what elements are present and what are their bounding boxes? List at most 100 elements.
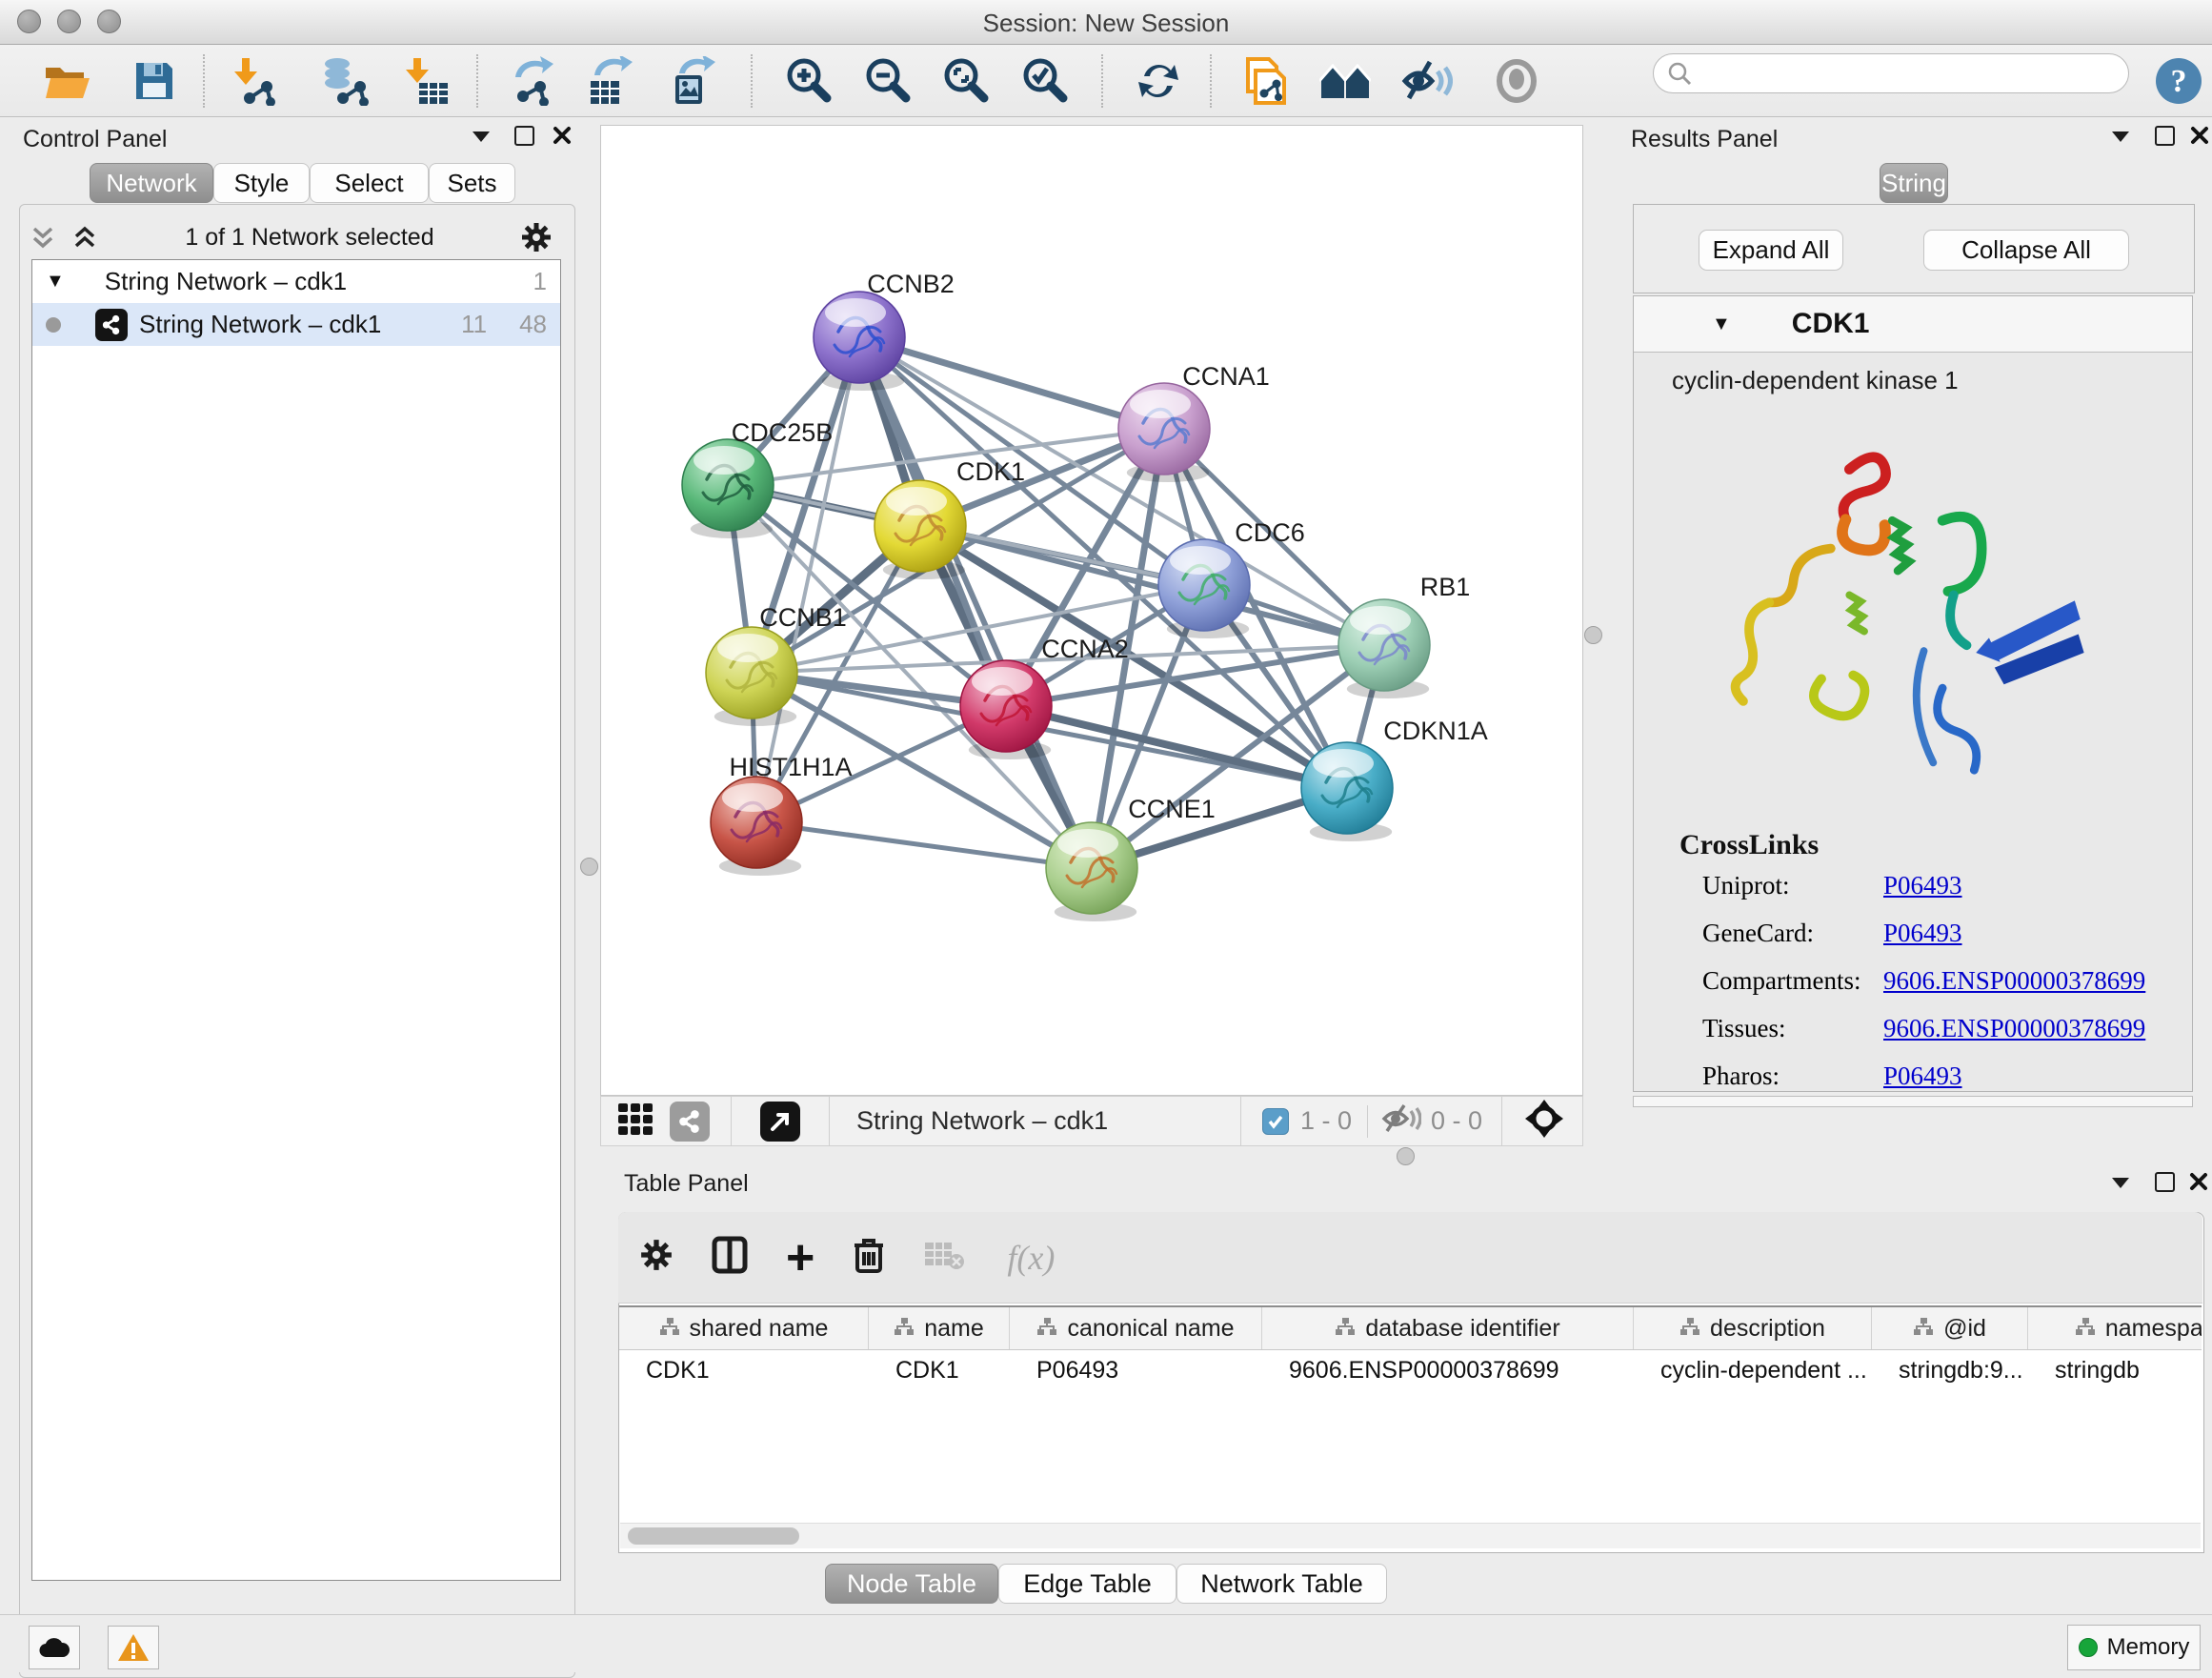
column-header-description[interactable]: description: [1634, 1307, 1872, 1349]
column-header-database-identifier[interactable]: database identifier: [1262, 1307, 1634, 1349]
save-session-icon[interactable]: [129, 56, 180, 106]
zoom-fit-icon[interactable]: [939, 56, 991, 106]
hide-panels-icon[interactable]: [1401, 56, 1453, 106]
node-CDC25B[interactable]: [682, 439, 774, 538]
network-canvas[interactable]: CCNB2CCNA1CDC25BCDK1CDC6RB1CCNB1CCNA2CDK…: [600, 125, 1583, 1096]
preview-eye-icon[interactable]: [1491, 56, 1542, 106]
memory-button[interactable]: Memory: [2067, 1625, 2201, 1670]
open-session-icon[interactable]: [42, 56, 93, 106]
network-row-selected[interactable]: String Network – cdk1 11 48: [32, 303, 560, 346]
table-cell[interactable]: P06493: [1010, 1350, 1262, 1390]
tab-node-table[interactable]: Node Table: [825, 1564, 998, 1604]
crosslink-link[interactable]: 9606.ENSP00000378699: [1883, 966, 2145, 996]
node-CCNE1[interactable]: [1046, 822, 1137, 921]
column-header-namespace[interactable]: namespace: [2028, 1307, 2202, 1349]
tab-sets[interactable]: Sets: [429, 163, 515, 203]
collapse-all-icon[interactable]: [29, 223, 57, 252]
delete-column-icon[interactable]: [853, 1236, 885, 1279]
collection-expand-icon[interactable]: ▼: [46, 271, 65, 293]
import-network-file-icon[interactable]: [229, 56, 280, 106]
horizontal-splitter-handle[interactable]: [1397, 1147, 1415, 1165]
zoom-out-icon[interactable]: [861, 56, 913, 106]
cloud-status-button[interactable]: [29, 1626, 80, 1669]
table-cell[interactable]: cyclin-dependent ...: [1634, 1350, 1872, 1390]
crosslink-link[interactable]: P06493: [1883, 919, 1962, 948]
delete-table-icon[interactable]: [923, 1239, 965, 1276]
tab-network[interactable]: Network: [90, 163, 213, 203]
scrollbar-thumb[interactable]: [628, 1527, 799, 1545]
protein-section-header[interactable]: ▼ CDK1: [1634, 296, 2192, 353]
table-row[interactable]: CDK1CDK1P064939606.ENSP00000378699cyclin…: [619, 1350, 2202, 1390]
warning-status-button[interactable]: [108, 1626, 159, 1669]
tab-edge-table[interactable]: Edge Table: [998, 1564, 1176, 1604]
crosslink-link[interactable]: P06493: [1883, 1061, 1962, 1091]
protein-collapse-icon[interactable]: ▼: [1712, 313, 1731, 335]
fit-content-crosshair-icon[interactable]: [1523, 1098, 1565, 1144]
copy-style-icon[interactable]: [1240, 56, 1292, 106]
column-header-shared-name[interactable]: shared name: [619, 1307, 869, 1349]
node-CCNA1[interactable]: [1118, 383, 1210, 482]
edge-HIST1H1A-CCNE1[interactable]: [756, 822, 1092, 868]
table-cell[interactable]: CDK1: [869, 1350, 1010, 1390]
window-title: Session: New Session: [0, 9, 2212, 38]
export-network-icon[interactable]: [508, 56, 559, 106]
collapse-all-button[interactable]: Collapse All: [1923, 230, 2129, 271]
edge-CCNB2-CCNA1[interactable]: [859, 337, 1164, 429]
expand-all-icon[interactable]: [70, 223, 99, 252]
import-table-icon[interactable]: [400, 56, 452, 106]
right-splitter-handle[interactable]: [1584, 626, 1602, 644]
birds-eye-view-icon[interactable]: [760, 1102, 800, 1142]
node-RB1[interactable]: [1338, 599, 1430, 698]
control-panel-menu-icon[interactable]: [473, 131, 490, 142]
table-settings-gear-icon[interactable]: [639, 1238, 674, 1277]
update-icon[interactable]: [1133, 56, 1184, 106]
edge-CCNB2-CCNE1[interactable]: [859, 337, 1092, 868]
column-header-canonical-name[interactable]: canonical name: [1010, 1307, 1262, 1349]
tab-string[interactable]: String: [1880, 163, 1948, 203]
table-horizontal-scrollbar[interactable]: [620, 1523, 2201, 1548]
node-CCNB1[interactable]: [706, 627, 797, 726]
results-panel-float-icon[interactable]: [2155, 126, 2175, 146]
control-panel-close-icon[interactable]: [553, 126, 572, 145]
show-columns-icon[interactable]: [712, 1236, 748, 1279]
table-panel-float-icon[interactable]: [2155, 1172, 2175, 1192]
search-box[interactable]: [1653, 53, 2129, 93]
help-icon[interactable]: ?: [2153, 56, 2204, 106]
column-header--id[interactable]: @id: [1872, 1307, 2028, 1349]
table-cell[interactable]: 9606.ENSP00000378699: [1262, 1350, 1634, 1390]
export-table-icon[interactable]: [583, 56, 634, 106]
hidden-eye-icon[interactable]: [1381, 1102, 1421, 1140]
results-panel-close-icon[interactable]: [2190, 126, 2209, 145]
table-cell[interactable]: stringdb: [2028, 1350, 2202, 1390]
import-network-database-icon[interactable]: [318, 56, 370, 106]
node-CDK1[interactable]: [875, 480, 966, 579]
network-collection-row[interactable]: ▼ String Network – cdk1 1: [32, 260, 560, 303]
tab-select[interactable]: Select: [310, 163, 429, 203]
network-badge-icon[interactable]: [670, 1102, 710, 1142]
table-cell[interactable]: CDK1: [619, 1350, 869, 1390]
zoom-selected-icon[interactable]: [1018, 56, 1070, 106]
table-panel-menu-icon[interactable]: [2112, 1178, 2129, 1188]
crosslink-link[interactable]: 9606.ENSP00000378699: [1883, 1014, 2145, 1043]
function-builder-icon[interactable]: f(x): [1007, 1238, 1055, 1278]
table-panel-close-icon[interactable]: [2189, 1172, 2208, 1191]
show-all-panels-icon[interactable]: [1319, 56, 1371, 106]
table-cell[interactable]: stringdb:9...: [1872, 1350, 2028, 1390]
crosslink-link[interactable]: P06493: [1883, 871, 1962, 900]
left-splitter-handle[interactable]: [580, 858, 598, 876]
node-CDKN1A[interactable]: [1301, 742, 1393, 841]
selected-checkbox[interactable]: [1262, 1108, 1289, 1135]
search-input[interactable]: [1692, 59, 2105, 88]
network-type-icon: [95, 309, 128, 341]
export-image-icon[interactable]: [666, 56, 717, 106]
expand-all-button[interactable]: Expand All: [1699, 230, 1843, 271]
node-HIST1H1A[interactable]: [711, 777, 802, 876]
results-panel-menu-icon[interactable]: [2112, 131, 2129, 142]
grid-view-icon[interactable]: [616, 1100, 654, 1142]
control-panel-float-icon[interactable]: [514, 126, 534, 146]
network-options-gear-icon[interactable]: [520, 221, 553, 253]
tab-network-table[interactable]: Network Table: [1176, 1564, 1387, 1604]
column-header-name[interactable]: name: [869, 1307, 1010, 1349]
tab-style[interactable]: Style: [213, 163, 310, 203]
zoom-in-icon[interactable]: [782, 56, 834, 106]
